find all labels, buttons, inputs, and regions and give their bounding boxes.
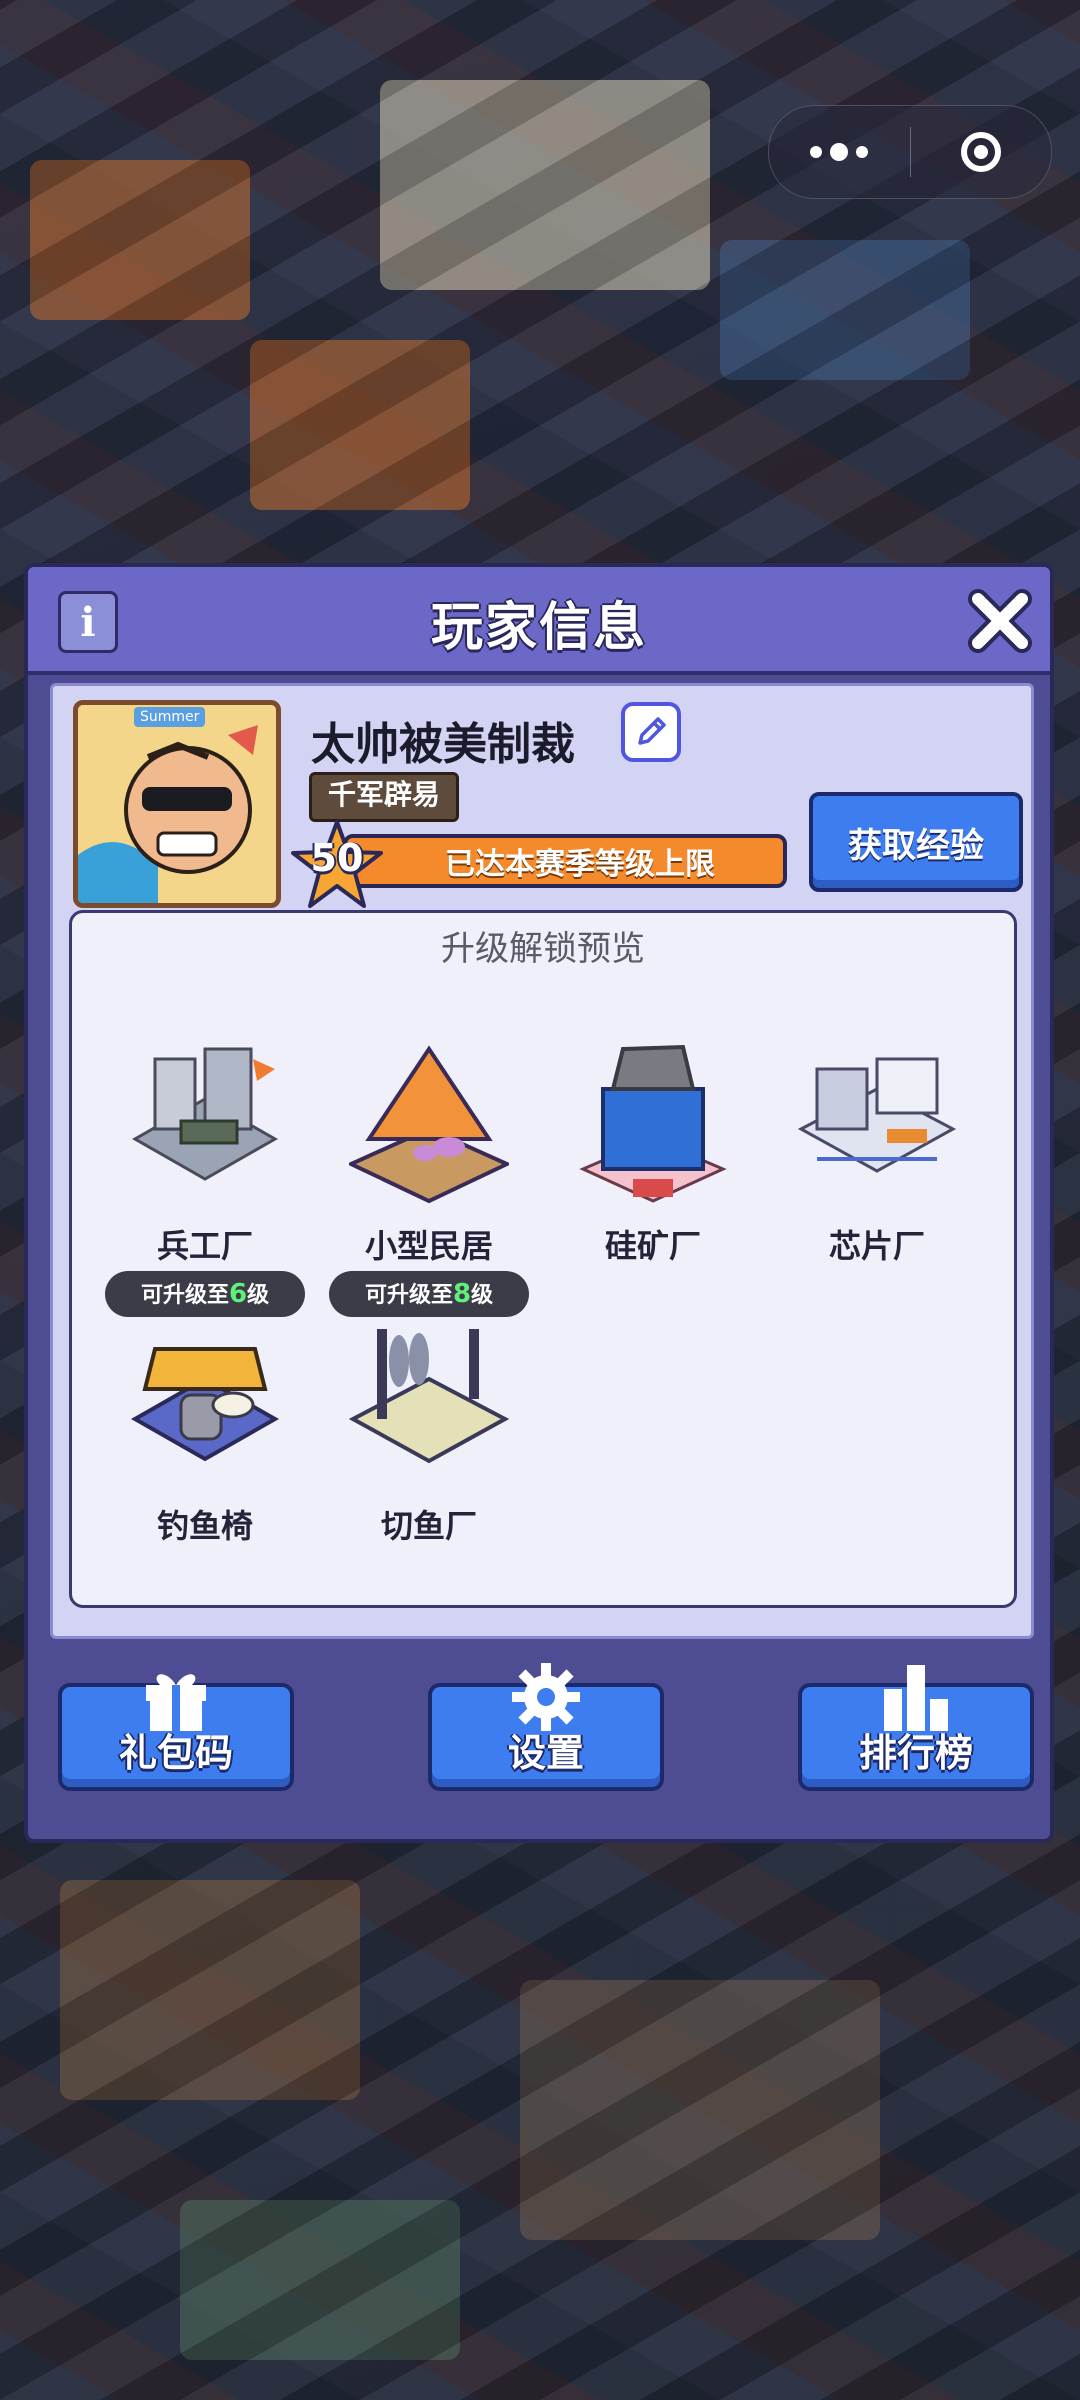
upgrade-tag: 可升级至8级 <box>329 1271 529 1317</box>
building-name: 钓鱼椅 <box>156 1507 253 1545</box>
player-level: 50 <box>310 836 364 880</box>
close-icon <box>968 589 1032 653</box>
avatar-badge: Summer <box>134 707 206 727</box>
more-dots-icon <box>810 143 869 161</box>
gift-code-label: 礼包码 <box>118 1731 233 1775</box>
building-item-fish-cutting-factory[interactable]: 可升级至8级 切鱼厂 <box>326 1271 532 1559</box>
settings-button[interactable]: 设置 <box>428 1663 664 1791</box>
edit-name-button[interactable] <box>621 702 681 762</box>
building-name: 切鱼厂 <box>380 1507 477 1545</box>
small-house-icon <box>349 1045 509 1204</box>
gift-code-button[interactable]: 礼包码 <box>58 1674 294 1791</box>
building-name: 小型民居 <box>364 1227 493 1265</box>
avatar[interactable]: Summer <box>73 700 281 908</box>
tent-decoration <box>250 340 470 510</box>
settings-label: 设置 <box>507 1731 584 1775</box>
upgrade-preview: 升级解锁预览 兵工厂 小型民居 硅矿厂 芯片厂 可升级至6级 钓鱼椅 可升级至8… <box>69 910 1017 1608</box>
modal-title: 玩家信息 <box>430 598 647 658</box>
leaderboard-button[interactable]: 排行榜 <box>798 1665 1034 1791</box>
fishing-chair-icon <box>130 1347 280 1462</box>
chip-factory-icon <box>797 1057 957 1173</box>
target-circle-icon <box>960 132 1001 172</box>
building-name: 兵工厂 <box>156 1227 253 1265</box>
building-name: 芯片厂 <box>828 1227 925 1265</box>
pencil-icon <box>638 717 666 745</box>
building-item-arsenal[interactable]: 兵工厂 <box>102 1029 308 1279</box>
raft-decoration <box>60 1880 360 2100</box>
modal-header: i 玩家信息 <box>28 567 1050 675</box>
building-item-chip-factory[interactable]: 芯片厂 <box>774 1029 980 1279</box>
avatar-portrait-icon <box>78 705 276 903</box>
upgrade-tag: 可升级至6级 <box>105 1271 305 1317</box>
more-button[interactable] <box>769 106 910 198</box>
tent-decoration <box>30 160 250 320</box>
building-name: 硅矿厂 <box>604 1227 701 1265</box>
building-item-fishing-chair[interactable]: 可升级至6级 钓鱼椅 <box>102 1271 308 1559</box>
building-item-small-house[interactable]: 小型民居 <box>326 1029 532 1279</box>
fish-cutting-factory-icon <box>349 1329 509 1464</box>
silicon-mine-icon <box>579 1044 727 1203</box>
get-exp-button[interactable]: 获取经验 <box>809 792 1023 892</box>
arsenal-icon <box>131 1047 279 1181</box>
level-status-text: 已达本赛季等级上限 <box>445 847 715 882</box>
building-item-silicon-mine[interactable]: 硅矿厂 <box>550 1029 756 1279</box>
miniprogram-capsule <box>768 105 1052 199</box>
fish-stand-decoration <box>520 1980 880 2240</box>
raft-decoration <box>180 2200 460 2360</box>
player-name: 太帅被美制裁 <box>311 719 575 770</box>
player-panel: Summer 太帅被美制裁 千军辟易 已达本赛季等级上限 50 获取经验 升级解… <box>50 683 1034 1639</box>
exit-button[interactable] <box>911 106 1052 198</box>
rank-title-badge: 千军辟易 <box>309 772 460 822</box>
close-button[interactable] <box>964 585 1036 657</box>
leaderboard-label: 排行榜 <box>858 1731 973 1775</box>
level-progress-bar: 已达本赛季等级上限 <box>343 834 787 888</box>
crate-decoration <box>720 240 970 380</box>
preview-title: 升级解锁预览 <box>441 929 645 969</box>
medic-tent-decoration <box>380 80 710 290</box>
player-info-modal: i 玩家信息 Summer 太帅被美制裁 千军辟易 已达本赛季等级上限 50 获… <box>24 563 1054 1843</box>
